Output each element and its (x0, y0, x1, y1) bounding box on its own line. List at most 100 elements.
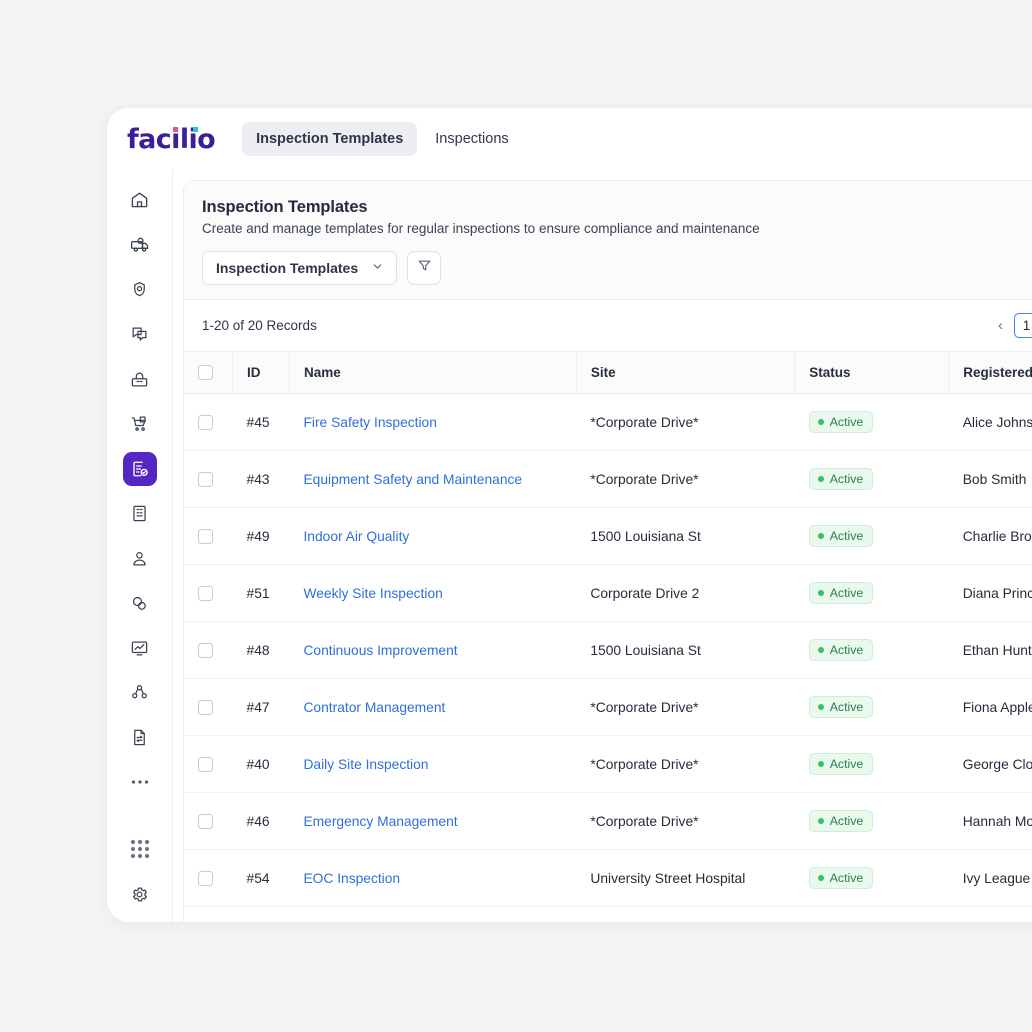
sidebar-item-apps[interactable] (123, 832, 157, 866)
vehicle-icon (130, 235, 150, 255)
content-area: Inspection Templates Create and manage t… (172, 170, 1032, 922)
status-label: Active (830, 472, 864, 486)
settings-cog-icon (130, 885, 149, 904)
inventory-box-icon (130, 370, 149, 389)
chevron-down-icon (371, 260, 384, 276)
team-group-icon (130, 683, 149, 702)
row-checkbox[interactable] (198, 757, 213, 772)
status-badge: Active (809, 639, 874, 661)
row-checkbox[interactable] (198, 814, 213, 829)
row-checkbox[interactable] (198, 415, 213, 430)
table-row[interactable]: #48 Continuous Improvement 1500 Louisiana … (184, 622, 1032, 679)
status-label: Active (830, 586, 864, 600)
facilio-logo[interactable]: facilio (127, 124, 225, 155)
status-badge: Active (809, 582, 874, 604)
table-row[interactable]: #50Hazardous Materials1500 Louisiana StA… (184, 907, 1032, 923)
sidebar-item-connected-apps[interactable] (123, 586, 157, 620)
template-name-link[interactable]: Emergency Management (303, 814, 457, 829)
row-checkbox[interactable] (198, 700, 213, 715)
logo-text: facilio (127, 124, 215, 155)
cell-id: #46 (233, 793, 290, 850)
pagination-page-1[interactable]: 1 (1014, 313, 1032, 338)
sidebar-item-inspections[interactable] (123, 452, 157, 486)
settings-gear-icon (130, 280, 149, 299)
header-id[interactable]: ID (233, 352, 290, 394)
document-transfer-icon (130, 728, 149, 747)
status-dot-icon (818, 419, 824, 425)
template-name-link[interactable]: Equipment Safety and Maintenance (303, 472, 522, 487)
inspection-clipboard-icon (131, 460, 149, 478)
template-name-link[interactable]: Daily Site Inspection (303, 757, 428, 772)
table-row[interactable]: #54EOC InspectionUniversity Street Hospi… (184, 850, 1032, 907)
tab-inspection-templates[interactable]: Inspection Templates (242, 122, 417, 156)
row-checkbox[interactable] (198, 643, 213, 658)
cell-site: 1500 Louisiana St (576, 508, 794, 565)
cell-registered-by: Bob Smith (949, 451, 1032, 508)
template-name-link[interactable]: Fire Safety Inspection (303, 415, 436, 430)
sidebar-item-maintenance[interactable] (123, 273, 157, 307)
records-bar: 1-20 of 20 Records ‹ 1 2 3 (184, 300, 1032, 352)
row-select-cell (184, 508, 233, 565)
template-name-link[interactable]: Indoor Air Quality (303, 529, 409, 544)
sidebar-item-more[interactable] (123, 766, 157, 800)
sidebar-item-documents[interactable] (123, 721, 157, 755)
table-header-row: ID Name Site Status Registered by (184, 352, 1032, 394)
cell-name: Daily Site Inspection (289, 736, 576, 793)
row-checkbox[interactable] (198, 586, 213, 601)
sidebar-item-procurement[interactable] (123, 407, 157, 441)
cell-id: #48 (233, 622, 290, 679)
select-all-checkbox[interactable] (198, 365, 213, 380)
cell-name: EOC Inspection (289, 850, 576, 907)
sidebar-item-analytics[interactable] (123, 631, 157, 665)
cell-site: *Corporate Drive* (576, 451, 794, 508)
sidebar-item-requests[interactable] (123, 317, 157, 351)
view-select[interactable]: Inspection Templates (202, 251, 397, 285)
logo-dot-pink-icon (173, 127, 178, 132)
row-select-cell (184, 736, 233, 793)
table-row[interactable]: #43 Equipment Safety and Maintenance *Corp… (184, 451, 1032, 508)
header-site[interactable]: Site (576, 352, 794, 394)
tab-inspections[interactable]: Inspections (421, 122, 522, 156)
table-row[interactable]: #47Contrator Management*Corporate Drive*… (184, 679, 1032, 736)
sidebar-item-home[interactable] (123, 183, 157, 217)
table-row[interactable]: #51Weekly Site InspectionCorporate Drive… (184, 565, 1032, 622)
sidebar-item-settings[interactable] (123, 877, 157, 911)
template-name-link[interactable]: Continuous Improvement (303, 643, 457, 658)
table-row[interactable]: #40Daily Site Inspection*Corporate Drive… (184, 736, 1032, 793)
row-checkbox[interactable] (198, 472, 213, 487)
cell-id: #51 (233, 565, 290, 622)
sidebar-item-buildings[interactable] (123, 497, 157, 531)
template-name-link[interactable]: Contrator Management (303, 700, 445, 715)
cell-status: Active (795, 793, 949, 850)
sidebar-item-assets[interactable] (123, 228, 157, 262)
status-label: Active (830, 529, 864, 543)
table-row[interactable]: #46 Emergency Management *Corporate Drive*… (184, 793, 1032, 850)
pagination-prev-button[interactable]: ‹ (994, 317, 1007, 334)
status-dot-icon (818, 818, 824, 824)
cell-status: Active (795, 736, 949, 793)
sidebar-item-inventory[interactable] (123, 362, 157, 396)
table-row[interactable]: #45Fire Safety Inspection*Corporate Driv… (184, 394, 1032, 451)
cell-id: #43 (233, 451, 290, 508)
cell-status: Active (795, 451, 949, 508)
logo-dot-teal-icon (193, 127, 198, 132)
body-split: Inspection Templates Create and manage t… (107, 170, 1032, 922)
cell-id: #49 (233, 508, 290, 565)
filter-button[interactable] (407, 251, 441, 285)
row-checkbox[interactable] (198, 529, 213, 544)
template-name-link[interactable]: Weekly Site Inspection (303, 586, 442, 601)
sidebar-item-teams[interactable] (123, 676, 157, 710)
cell-status: Active (795, 394, 949, 451)
header-status[interactable]: Status (795, 352, 949, 394)
header-registered-by[interactable]: Registered by (949, 352, 1032, 394)
cell-site: 1500 Louisiana St (576, 622, 794, 679)
status-badge: Active (809, 411, 874, 433)
cell-id: #54 (233, 850, 290, 907)
table-row[interactable]: #49 Indoor Air Quality 1500 Louisiana St Ac… (184, 508, 1032, 565)
header-name[interactable]: Name (289, 352, 576, 394)
sidebar-item-tenants[interactable] (123, 542, 157, 576)
row-checkbox[interactable] (198, 871, 213, 886)
template-name-link[interactable]: EOC Inspection (303, 871, 400, 886)
status-dot-icon (818, 761, 824, 767)
cell-site: *Corporate Drive* (576, 793, 794, 850)
